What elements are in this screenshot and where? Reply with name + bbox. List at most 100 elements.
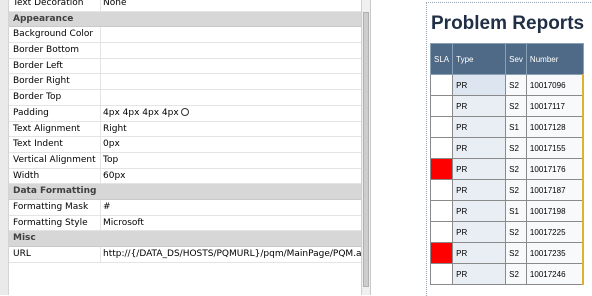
expand-icon[interactable]	[180, 108, 189, 117]
property-category[interactable]: Data Formatting	[9, 184, 370, 200]
property-value[interactable]: 60px	[103, 171, 368, 181]
table-row[interactable]: PR S2 10017176	[429, 158, 585, 180]
row-separator	[100, 168, 101, 184]
property-name: Formatting Style	[13, 217, 88, 228]
type-cell: PR	[452, 221, 507, 243]
sev-cell: S2	[505, 221, 527, 243]
number-cell: 10017198	[525, 200, 585, 222]
property-category[interactable]: Appearance	[9, 11, 370, 28]
property-value-text: Microsoft	[103, 217, 144, 228]
property-row[interactable]: Border Right	[9, 74, 370, 91]
property-row[interactable]: Width 60px	[9, 168, 370, 185]
report-title: Problem Reports	[431, 13, 585, 34]
property-name: Width	[13, 170, 40, 181]
type-cell: PR	[452, 200, 507, 222]
scrollbar-thumb[interactable]	[363, 12, 369, 287]
property-category[interactable]: Misc	[9, 231, 370, 247]
property-value[interactable]: 4px 4px 4px 4px	[103, 108, 368, 118]
property-row[interactable]: Text Alignment Right	[9, 121, 370, 138]
table-row[interactable]: PR S1 10017198	[429, 200, 585, 222]
table-row[interactable]: PR S2 10017187	[429, 179, 585, 201]
row-separator	[100, 137, 101, 152]
sev-cell: S1	[505, 200, 527, 222]
property-value-text: 4px 4px 4px 4px	[103, 107, 179, 118]
table-row[interactable]: PR S2 10017096	[429, 74, 585, 96]
property-value[interactable]: #	[103, 202, 368, 212]
sla-cell	[429, 158, 454, 180]
row-separator	[100, 27, 101, 43]
property-value-text: #	[103, 201, 111, 212]
property-value[interactable]: Right	[103, 124, 368, 134]
column-header-type[interactable]: Type	[452, 43, 507, 75]
property-value[interactable]: Top	[103, 155, 368, 165]
property-name: Text Decoration	[13, 0, 84, 8]
number-cell: 10017117	[525, 95, 585, 117]
category-label: Appearance	[13, 13, 74, 24]
sev-cell: S2	[505, 263, 527, 285]
column-header-sla[interactable]: SLA	[429, 43, 454, 75]
number-cell: 10017096	[525, 74, 585, 96]
type-cell: PR	[452, 242, 507, 264]
property-value-text: 60px	[103, 170, 126, 181]
type-cell: PR	[452, 116, 507, 138]
property-row[interactable]: Formatting Style Microsoft	[9, 215, 370, 232]
row-separator	[100, 105, 101, 121]
number-cell: 10017155	[525, 137, 585, 159]
property-row[interactable]: Vertical Alignment Top	[9, 152, 370, 169]
property-name: Border Left	[13, 60, 63, 71]
table-header-row: SLA Type Sev Number	[429, 43, 584, 75]
sev-cell: S2	[505, 179, 527, 201]
type-cell: PR	[452, 158, 507, 180]
property-row[interactable]: Border Bottom	[9, 43, 370, 59]
property-value-text: 0px	[103, 139, 120, 150]
column-header-number[interactable]: Number	[525, 43, 584, 75]
property-grid-scrollbar[interactable]	[361, 0, 370, 295]
property-row[interactable]: Text Decoration None	[9, 0, 370, 12]
category-label: Misc	[13, 233, 36, 244]
property-value[interactable]: 0px	[103, 139, 368, 149]
property-value-text: None	[103, 0, 127, 8]
row-separator	[100, 199, 101, 215]
table-row[interactable]: PR S2 10017225	[429, 221, 585, 243]
sla-cell	[429, 179, 454, 201]
table-row[interactable]: PR S2 10017246	[429, 263, 585, 285]
property-name: Text Alignment	[13, 123, 81, 134]
number-cell: 10017246	[525, 263, 585, 285]
property-name: Border Right	[13, 76, 70, 87]
property-row[interactable]: Border Left	[9, 58, 370, 75]
table-row[interactable]: PR S2 10017235	[429, 242, 585, 264]
property-name: Text Indent	[13, 139, 63, 150]
property-value-text: Right	[103, 123, 127, 134]
property-row[interactable]: Border Top	[9, 90, 370, 106]
property-name: Formatting Mask	[13, 201, 89, 212]
property-name: Border Bottom	[13, 45, 80, 56]
column-header-sev[interactable]: Sev	[505, 43, 527, 75]
property-name: Border Top	[13, 92, 62, 103]
property-name: Padding	[13, 107, 49, 118]
number-cell: 10017225	[525, 221, 585, 243]
property-row[interactable]: Background Color	[9, 27, 370, 44]
property-row[interactable]: Formatting Mask #	[9, 199, 370, 216]
number-cell: 10017128	[525, 116, 585, 138]
property-value[interactable]: Microsoft	[103, 218, 368, 228]
property-name: URL	[13, 249, 31, 259]
table-row[interactable]: PR S2 10017155	[429, 137, 585, 159]
type-cell: PR	[452, 179, 507, 201]
sev-cell: S2	[505, 95, 527, 117]
row-separator	[100, 90, 101, 105]
row-separator	[100, 247, 101, 262]
number-cell: 10017176	[525, 158, 585, 180]
property-value-text: Top	[103, 154, 119, 165]
sla-cell	[429, 74, 454, 96]
property-value[interactable]: http://{/DATA_DS/HOSTS/PQMURL}/pqm/MainP…	[103, 249, 368, 259]
property-value-text: http://{/DATA_DS/HOSTS/PQMURL}/pqm/MainP…	[103, 249, 368, 259]
property-row[interactable]: Padding 4px 4px 4px 4px	[9, 105, 370, 122]
type-cell: PR	[452, 74, 507, 96]
property-row[interactable]: Text Indent 0px	[9, 137, 370, 153]
table-row[interactable]: PR S2 10017117	[429, 95, 585, 117]
property-row[interactable]: URL http://{/DATA_DS/HOSTS/PQMURL}/pqm/Ma…	[9, 247, 370, 263]
table-row[interactable]: PR S1 10017128	[429, 116, 585, 138]
property-value[interactable]: None	[103, 0, 368, 8]
number-cell: 10017187	[525, 179, 585, 201]
row-separator	[100, 152, 101, 168]
